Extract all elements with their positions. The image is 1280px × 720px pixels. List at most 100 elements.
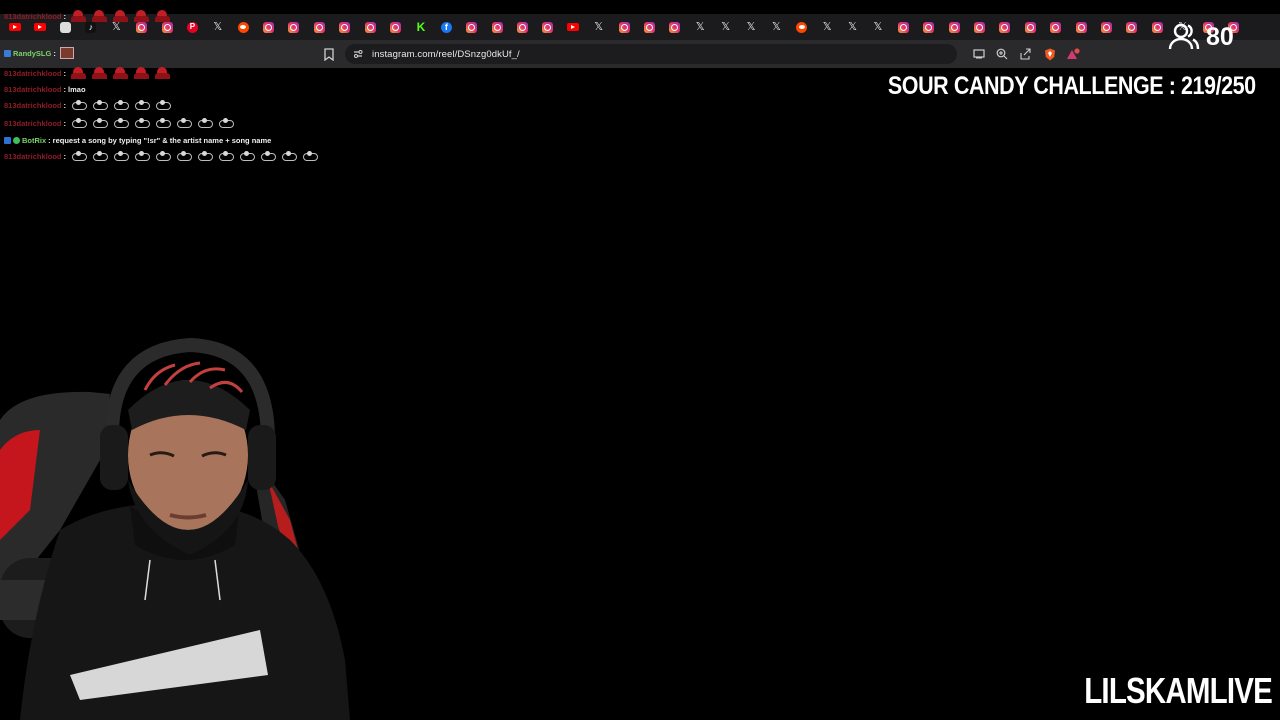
chat-emote-icon	[133, 117, 151, 129]
reddit-favicon-icon	[796, 21, 808, 33]
x-favicon-icon: 𝕏	[822, 20, 832, 33]
chat-separator: :	[63, 11, 67, 21]
chat-message: 813datrichklood:	[4, 98, 172, 112]
chat-emote-icon	[70, 150, 88, 162]
chat-username[interactable]: RandySLG	[13, 49, 51, 58]
browser-tab[interactable]: 𝕏	[738, 14, 763, 40]
ig-favicon-icon	[466, 21, 478, 33]
url-field[interactable]: instagram.com/reel/DSnzg0dkUf_/	[345, 44, 957, 64]
browser-tab[interactable]	[637, 14, 662, 40]
browser-tab[interactable]: 𝕏	[815, 14, 840, 40]
chat-emote-icon	[133, 99, 151, 111]
ig-favicon-icon	[517, 21, 528, 33]
mod-badge-icon	[4, 49, 11, 57]
ig-favicon-icon	[669, 21, 681, 33]
chat-emote-icon	[112, 67, 129, 79]
chat-username[interactable]: 813datrichklood	[4, 152, 62, 161]
chat-emote-icon	[91, 150, 109, 162]
chat-emote-icon	[133, 150, 151, 162]
chat-emote-icon	[301, 150, 319, 162]
share-icon[interactable]	[1018, 47, 1032, 61]
chat-message: 813datrichklood:	[4, 66, 171, 80]
verified-badge-icon	[13, 136, 20, 144]
browser-tab[interactable]	[459, 14, 484, 40]
chat-emote-icon	[154, 117, 172, 129]
chat-emote-icon	[133, 10, 150, 22]
browser-tab[interactable]	[1068, 14, 1093, 40]
browser-tab[interactable]	[891, 14, 916, 40]
chat-text: lmao	[68, 84, 86, 94]
chat-message: RandySLG:	[4, 46, 74, 60]
browser-tab[interactable]: 𝕏	[840, 14, 865, 40]
brave-shield-icon[interactable]	[1043, 47, 1057, 61]
browser-tab[interactable]	[789, 14, 814, 40]
chat-separator: :	[63, 100, 67, 110]
chat-username[interactable]: 813datrichklood	[4, 101, 62, 110]
browser-tab[interactable]	[1043, 14, 1068, 40]
browser-tab[interactable]	[510, 14, 535, 40]
ig-favicon-icon	[1151, 21, 1163, 33]
x-favicon-icon: 𝕏	[721, 20, 731, 33]
chat-emote-icon	[91, 10, 108, 22]
chat-emote-icon	[91, 67, 108, 79]
browser-tab[interactable]	[992, 14, 1017, 40]
browser-tab[interactable]	[967, 14, 992, 40]
browser-tab[interactable]: 𝕏	[713, 14, 738, 40]
chat-emote-icon	[175, 150, 193, 162]
brave-rewards-icon[interactable]	[1066, 47, 1080, 61]
chat-emote-icon	[133, 67, 150, 79]
challenge-counter: SOUR CANDY CHALLENGE : 219/250	[888, 72, 1256, 100]
viewer-counter: 80	[1168, 22, 1234, 52]
chat-message: 813datrichklood:	[4, 116, 235, 130]
x-favicon-icon: 𝕏	[848, 20, 858, 33]
chat-emote-icon	[59, 47, 74, 59]
browser-tab[interactable]	[1018, 14, 1043, 40]
chat-emote-icon	[91, 99, 109, 111]
chat-username[interactable]: BotRix	[22, 136, 46, 145]
browser-tab[interactable]	[662, 14, 687, 40]
browser-tab[interactable]: 𝕏	[764, 14, 789, 40]
x-favicon-icon: 𝕏	[594, 20, 604, 33]
chat-emote-icon	[196, 117, 214, 129]
chat-username[interactable]: 813datrichklood	[4, 69, 62, 78]
chat-message: 813datrichklood:	[4, 9, 171, 23]
browser-tab[interactable]	[916, 14, 941, 40]
browser-tab[interactable]: 𝕏	[586, 14, 611, 40]
cast-icon[interactable]	[972, 47, 986, 61]
viewer-count: 80	[1206, 22, 1234, 51]
browser-tab[interactable]: f	[434, 14, 459, 40]
browser-tab[interactable]	[535, 14, 560, 40]
x-favicon-icon: 𝕏	[695, 20, 705, 33]
browser-tab[interactable]: 𝕏	[688, 14, 713, 40]
ig-favicon-icon	[643, 21, 655, 33]
ig-favicon-icon	[923, 21, 935, 33]
browser-tab[interactable]	[484, 14, 509, 40]
fb-favicon-icon: f	[440, 21, 452, 33]
browser-tab[interactable]: 𝕏	[865, 14, 890, 40]
chat-username[interactable]: 813datrichklood	[4, 12, 62, 21]
chat-emote-icon	[70, 67, 87, 79]
webcam-feed	[0, 330, 350, 720]
browser-tab[interactable]	[611, 14, 636, 40]
chat-emote-icon	[154, 67, 171, 79]
ig-favicon-icon	[1100, 21, 1112, 33]
chat-emote-icon	[154, 150, 172, 162]
browser-tab[interactable]	[1094, 14, 1119, 40]
zoom-icon[interactable]	[995, 47, 1009, 61]
browser-tab[interactable]	[941, 14, 966, 40]
browser-tab[interactable]	[561, 14, 586, 40]
chat-emote-icon	[280, 150, 298, 162]
chat-username[interactable]: 813datrichklood	[4, 119, 62, 128]
chat-username[interactable]: 813datrichklood	[4, 85, 62, 94]
chat-emote-icon	[112, 10, 129, 22]
browser-tab[interactable]	[1145, 14, 1170, 40]
users-icon	[1168, 23, 1200, 50]
browser-tab[interactable]	[1119, 14, 1144, 40]
x-favicon-icon: 𝕏	[746, 20, 756, 33]
chat-separator: :	[63, 84, 67, 94]
ig-favicon-icon	[1075, 21, 1087, 33]
ig-favicon-icon	[999, 21, 1011, 33]
chat-emote-icon	[259, 150, 277, 162]
ig-favicon-icon	[897, 21, 909, 33]
chat-emote-icon	[196, 150, 214, 162]
